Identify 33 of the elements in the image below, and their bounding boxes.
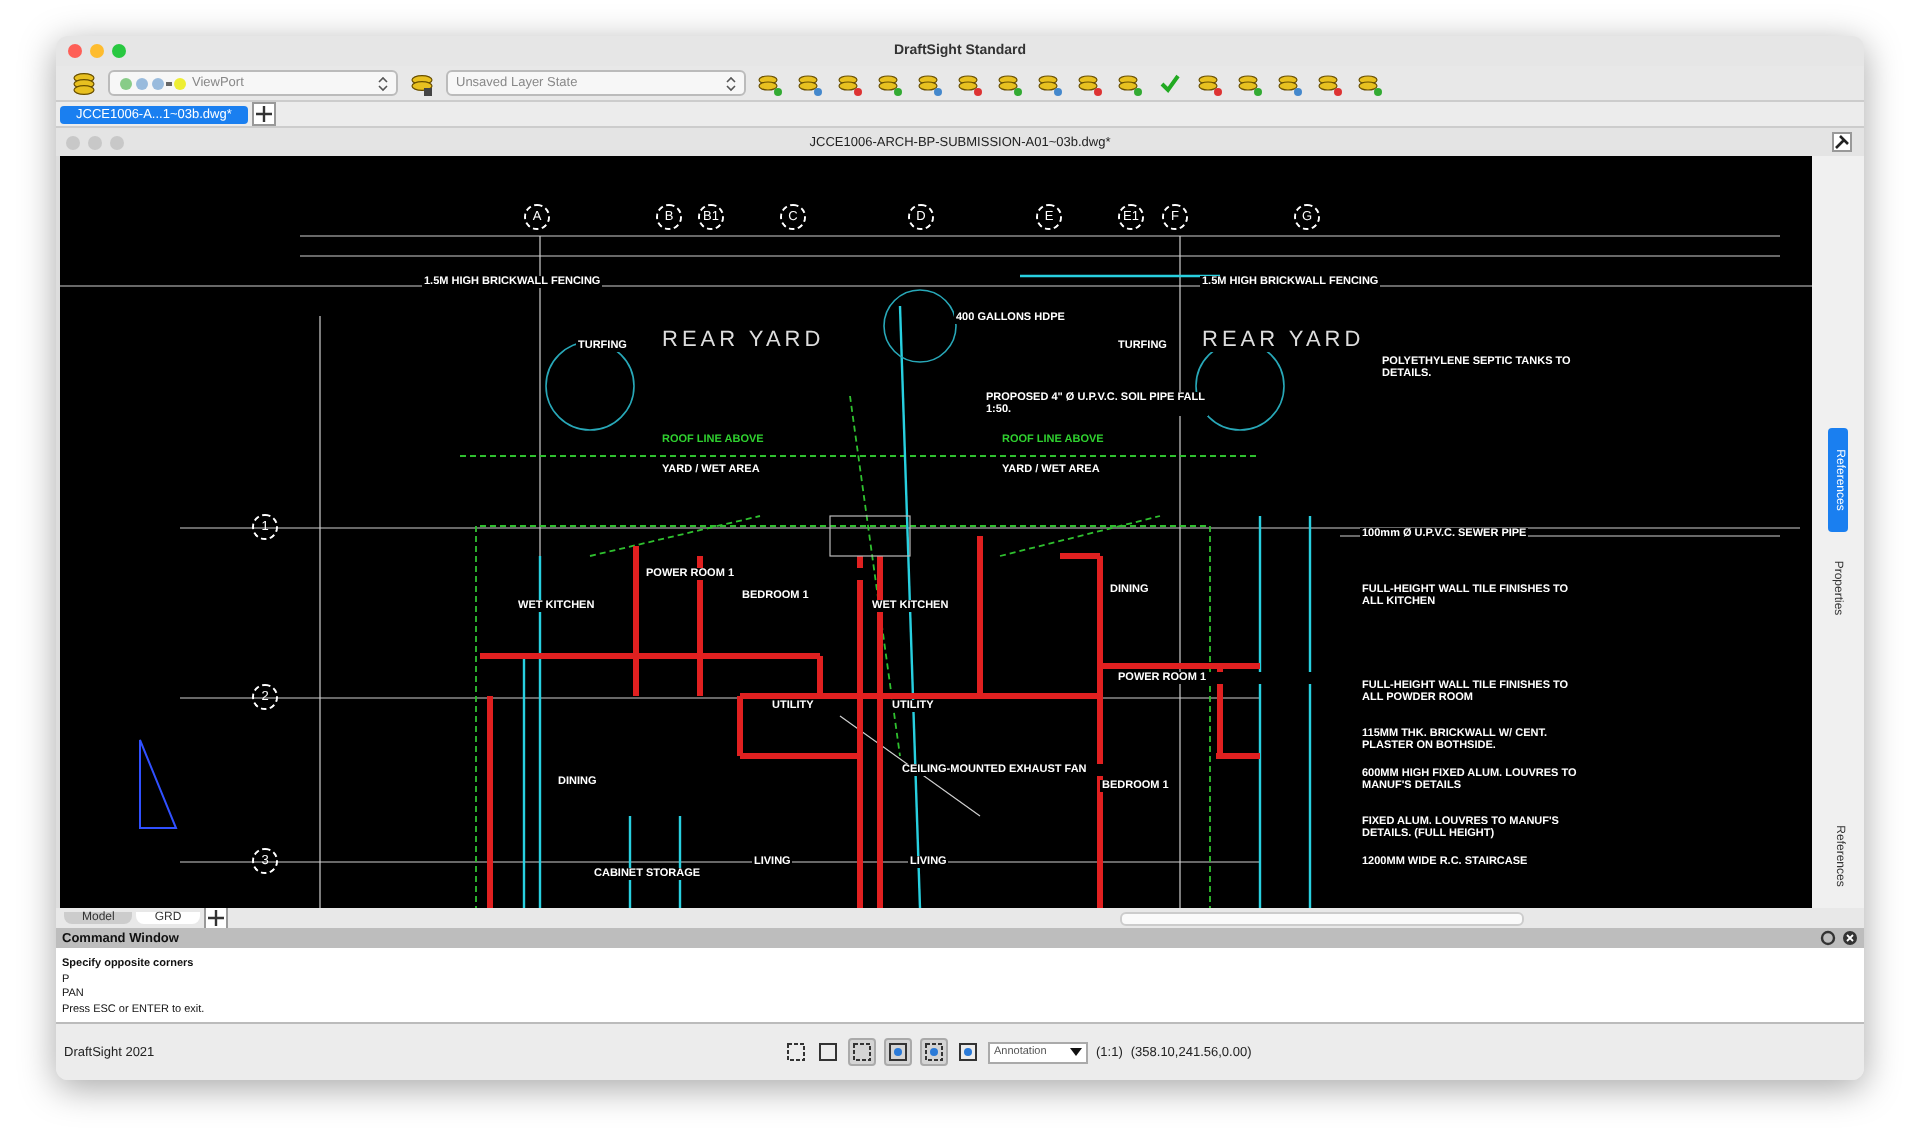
layer-tool-icon[interactable]	[958, 71, 982, 95]
status-toggle-icon[interactable]	[920, 1038, 948, 1066]
stepper-icon	[726, 75, 736, 91]
layer-tool-icon[interactable]	[758, 71, 782, 95]
layer-tool-icon[interactable]	[1198, 71, 1222, 95]
settings-icon[interactable]	[1820, 930, 1836, 946]
layer-tool-icon[interactable]	[1358, 71, 1382, 95]
new-tab-icon[interactable]	[251, 102, 276, 126]
layer-tool-icon[interactable]	[1318, 71, 1342, 95]
layer-tool-icon[interactable]	[998, 71, 1022, 95]
status-toggle-icon[interactable]	[848, 1038, 876, 1066]
status-toggle-icon[interactable]	[956, 1040, 980, 1064]
layer-tool-icon[interactable]	[1078, 71, 1102, 95]
layer-tool-icon[interactable]	[1278, 71, 1302, 95]
stepper-icon	[378, 75, 388, 91]
layers-icon[interactable]	[72, 71, 96, 95]
close-icon[interactable]	[1842, 930, 1858, 946]
layer-tool-icon[interactable]	[918, 71, 942, 95]
status-toggle-icon[interactable]	[884, 1038, 912, 1066]
layer-tool-icon[interactable]	[798, 71, 822, 95]
checkmark-icon[interactable]	[1158, 71, 1182, 95]
layer-tool-icon[interactable]	[878, 71, 902, 95]
layer-tool-icon[interactable]	[1038, 71, 1062, 95]
status-toggle-icon[interactable]	[816, 1040, 840, 1064]
caret-icon	[1070, 1048, 1082, 1056]
horizontal-scrollbar[interactable]	[1120, 911, 1524, 925]
layer-tool-icon[interactable]	[1238, 71, 1262, 95]
layer-status-icon	[118, 75, 186, 91]
layer-tool-icon[interactable]	[1118, 71, 1142, 95]
pin-icon[interactable]	[1832, 132, 1852, 152]
status-toggle-icon[interactable]	[784, 1040, 808, 1064]
layer-manager-icon[interactable]	[410, 71, 434, 95]
layer-tool-icon[interactable]	[838, 71, 862, 95]
